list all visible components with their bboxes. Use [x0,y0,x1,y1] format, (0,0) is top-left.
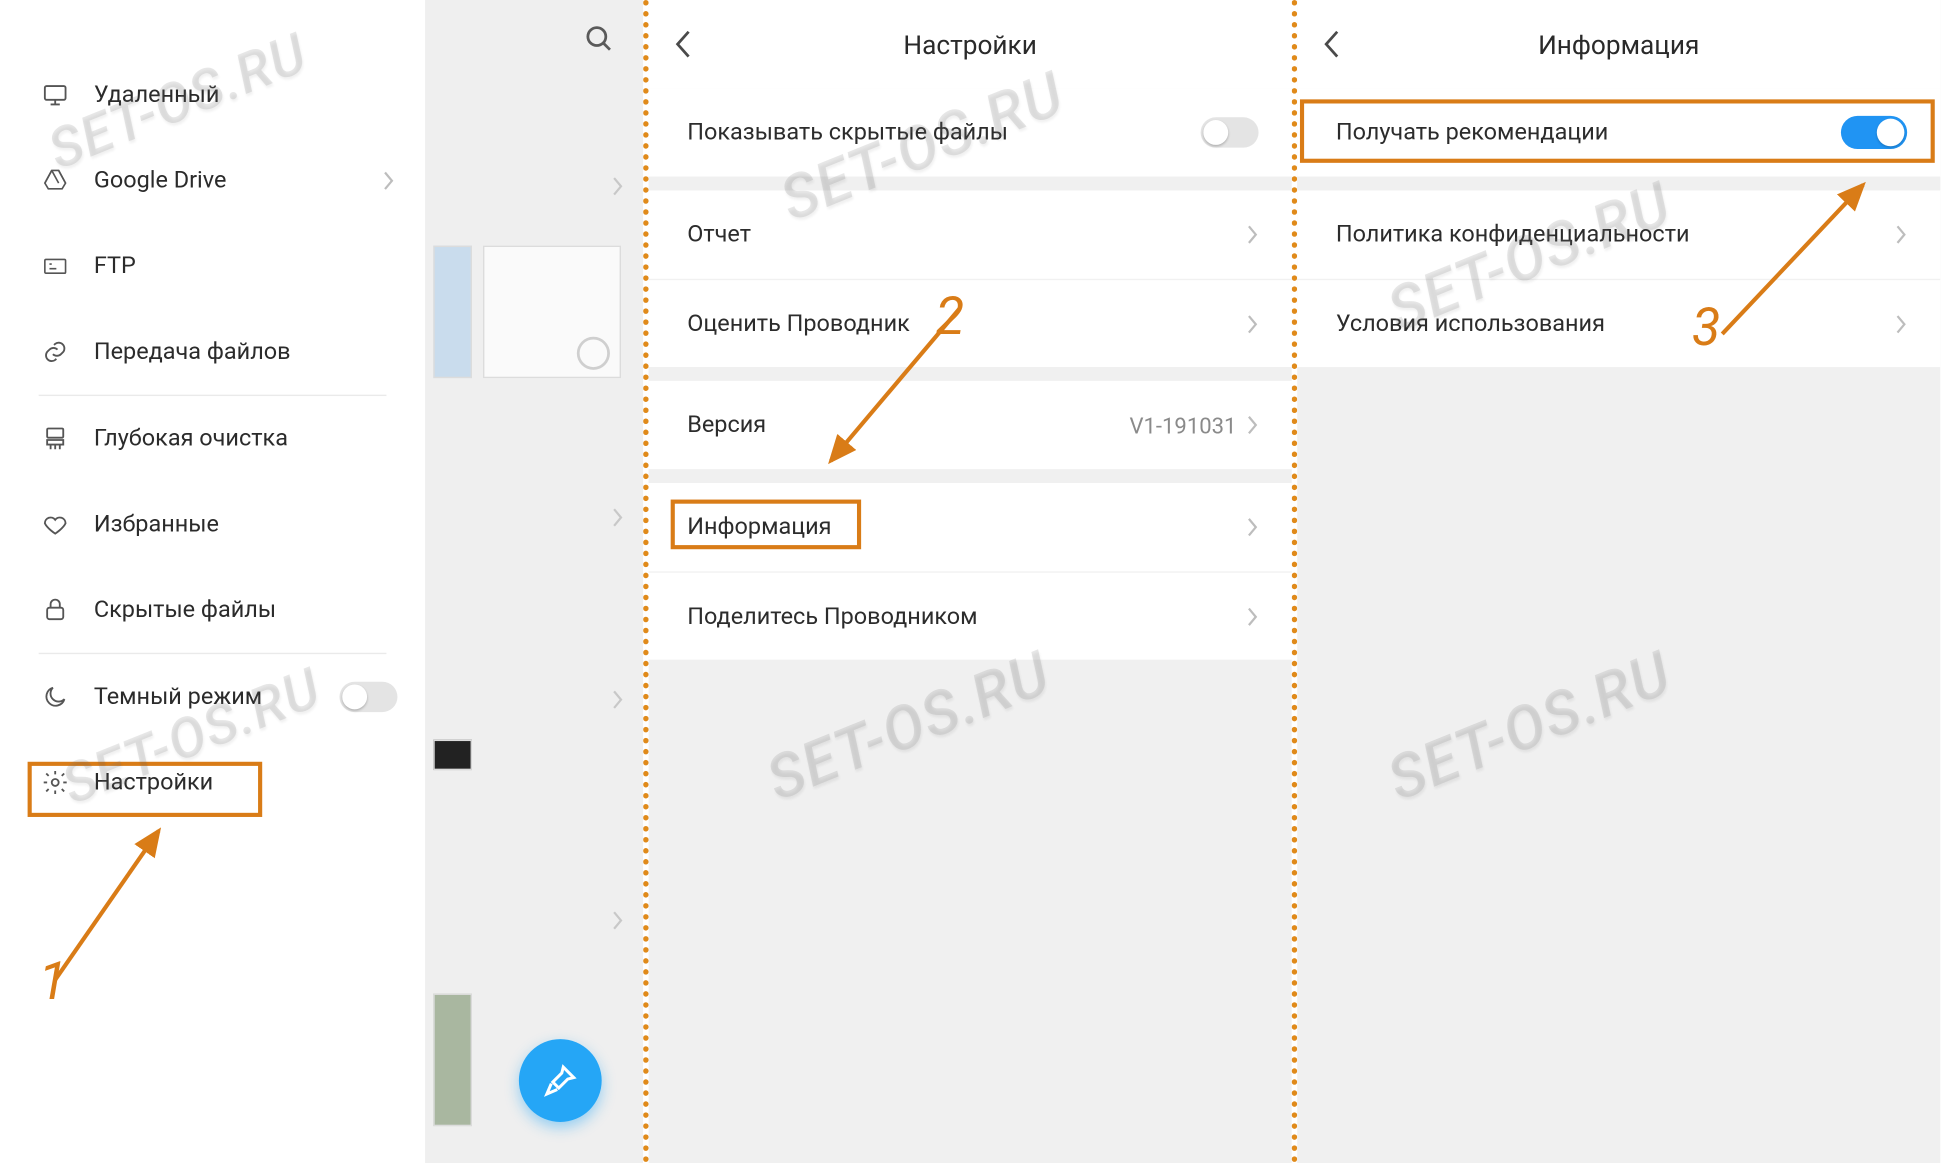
ftp-icon [41,253,69,281]
drawer-item-label: FTP [94,253,398,281]
annotation-arrow-1 [41,814,193,993]
chevron-right-icon [613,690,624,709]
drawer-item-label: Избранные [94,511,398,539]
row-version[interactable]: Версия V1-191031 [649,381,1292,469]
drawer-item-label: Google Drive [94,167,384,195]
page-title: Информация [1297,28,1940,60]
row-share[interactable]: Поделитесь Проводником [649,571,1292,659]
chevron-right-icon [1248,314,1259,333]
drawer-item-label: Темный режим [94,683,340,711]
row-value: V1-191031 [1129,412,1236,438]
chevron-right-icon [1896,314,1907,333]
panel-file-manager: Удаленный Google Drive FTP [0,0,643,1163]
drawer-item-transfer[interactable]: Передача файлов [0,309,425,395]
drawer: Удаленный Google Drive FTP [0,0,425,1163]
chevron-right-icon [1248,225,1259,244]
chevron-right-icon [1896,225,1907,244]
drawer-item-remote[interactable]: Удаленный [0,52,425,138]
file-thumbnail[interactable] [433,994,472,1126]
monitor-icon [41,81,69,109]
drawer-item-label: Удаленный [94,81,398,109]
row-information[interactable]: Информация [649,483,1292,571]
row-label: Политика конфиденциальности [1336,221,1896,249]
chevron-right-icon [613,177,624,196]
broom-icon [41,425,69,453]
drawer-item-label: Настройки [94,769,398,797]
row-terms[interactable]: Условия использования [1297,279,1940,367]
row-recommendations[interactable]: Получать рекомендации [1297,88,1940,176]
drawer-item-label: Скрытые файлы [94,596,398,624]
row-label: Информация [687,513,1247,541]
drawer-item-label: Передача файлов [94,338,398,366]
row-show-hidden[interactable]: Показывать скрытые файлы [649,88,1292,176]
search-icon[interactable] [582,22,615,55]
chevron-right-icon [384,171,398,190]
drawer-item-label: Глубокая очистка [94,425,398,453]
file-thumbnail[interactable] [433,740,472,770]
row-label: Версия [687,411,1129,439]
row-label: Условия использования [1336,310,1896,338]
watermark: SET-OS.RU [1377,637,1681,815]
toggle-show-hidden[interactable] [1201,117,1259,147]
row-report[interactable]: Отчет [649,190,1292,278]
row-label: Отчет [687,221,1247,249]
drawer-item-favorites[interactable]: Избранные [0,482,425,568]
back-button[interactable] [1297,0,1366,88]
row-privacy[interactable]: Политика конфиденциальности [1297,190,1940,278]
row-label: Показывать скрытые файлы [687,119,1200,147]
watermark: SET-OS.RU [756,637,1060,815]
file-grid-strip [425,0,643,1163]
moon-icon [41,683,69,711]
row-label: Получать рекомендации [1336,119,1841,147]
row-rate[interactable]: Оценить Проводник [649,279,1292,367]
drawer-item-deepclean[interactable]: Глубокая очистка [0,396,425,482]
row-label: Поделитесь Проводником [687,602,1247,630]
toggle-darkmode[interactable] [339,682,397,712]
lock-icon [41,596,69,624]
chevron-right-icon [1248,607,1259,626]
chevron-right-icon [1248,518,1259,537]
drawer-item-gdrive[interactable]: Google Drive [0,138,425,224]
clean-fab[interactable] [519,1039,602,1122]
gear-icon [41,769,69,797]
row-label: Оценить Проводник [687,310,1247,338]
chevron-right-icon [613,508,624,527]
page-title: Настройки [649,28,1292,60]
drawer-item-hidden[interactable]: Скрытые файлы [0,567,425,653]
chevron-right-icon [1248,415,1259,434]
toggle-recommendations[interactable] [1841,116,1907,149]
drawer-item-ftp[interactable]: FTP [0,224,425,310]
annotation-number-1: 1 [39,952,68,1013]
drawer-item-darkmode[interactable]: Темный режим [0,654,425,740]
gdrive-icon [41,167,69,195]
settings-header: Настройки [649,0,1292,88]
chevron-right-icon [613,911,624,930]
heart-icon [41,511,69,539]
panel-information: Информация Получать рекомендации Политик… [1297,0,1940,1163]
panel-settings: Настройки Показывать скрытые файлы Отчет… [649,0,1292,1163]
settings-header: Информация [1297,0,1940,88]
link-icon [41,338,69,366]
file-thumbnail[interactable] [433,246,472,378]
back-button[interactable] [649,0,718,88]
select-circle-icon[interactable] [577,337,610,370]
drawer-item-settings[interactable]: Настройки [0,740,425,826]
